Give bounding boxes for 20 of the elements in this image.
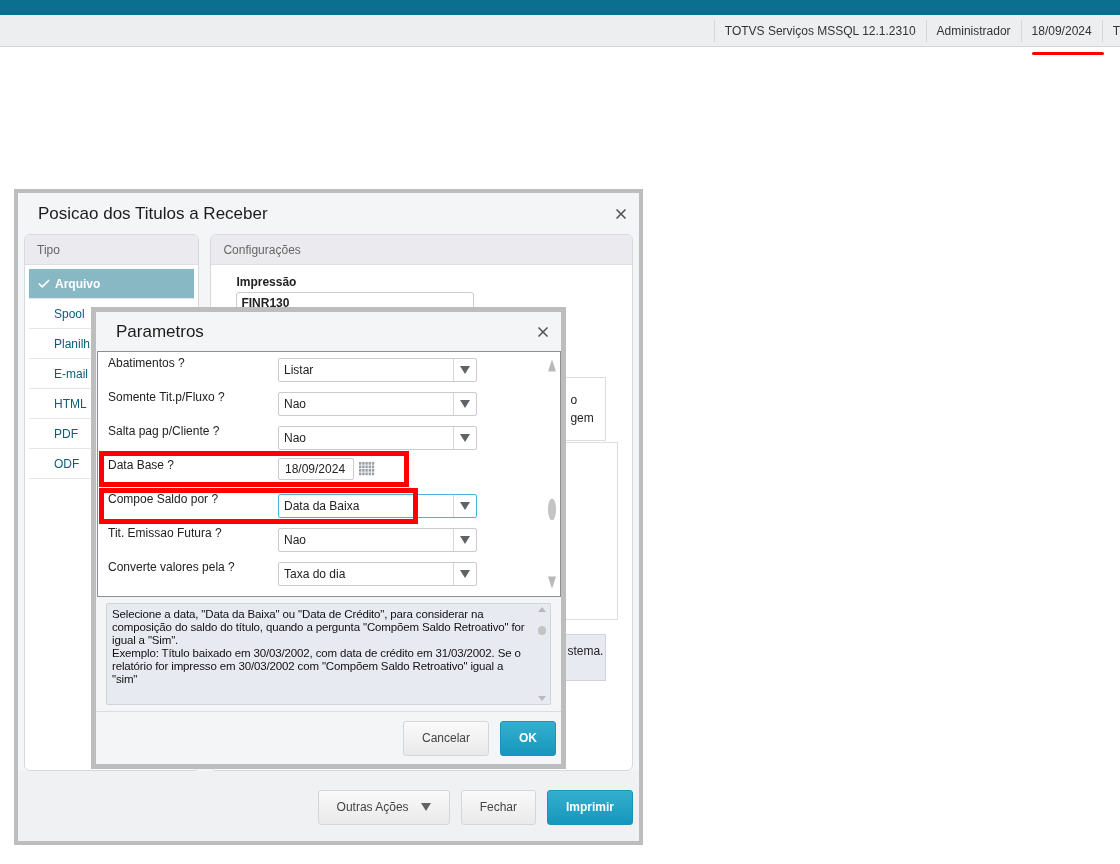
panel-title: Tipo [37, 242, 60, 257]
parameter-label: Somente Tit.p/Fluxo ? [108, 389, 226, 404]
parameter-label: Data Base ? [108, 457, 176, 472]
panel-title: Configurações [223, 242, 301, 257]
status-item: Administrador [925, 19, 1021, 42]
status-item: 18/09/2024 [1020, 19, 1102, 42]
dialog-title: Parametros [116, 321, 204, 342]
parameter-label: Abatimentos ? [108, 355, 186, 370]
option-text: gem [570, 411, 595, 425]
help-text: Selecione a data, "Data da Baixa" ou "Data de Crédito", para considerar na composição do saldo do título, quando a pergunta "Compõem Saldo Retroativo" for igual a "Sim". Exemplo: Título baixado em 30/03/2002, com data de crédito em 31/03/2002. Se o relatório for impresso em 30/03/2002 com "Compõem Saldo Retroativo" igual a "sim" [111, 607, 526, 687]
parameter-label: Salta pag p/Cliente ? [108, 423, 221, 438]
dialog-title: Posicao dos Titulos a Receber [38, 203, 268, 224]
parameter-label: Tit. Emissao Futura ? [108, 525, 223, 540]
note-text: stema. [567, 644, 604, 658]
parameter-label: Converte valores pela ? [108, 559, 236, 574]
status-item: TOTVS Serviços MSSQL 12.1.2310 [713, 19, 926, 42]
parameter-label: Compoe Saldo por ? [108, 491, 220, 506]
field-label: Impressão [236, 275, 298, 289]
status-item: T [1101, 19, 1120, 42]
option-text: o [570, 393, 579, 407]
